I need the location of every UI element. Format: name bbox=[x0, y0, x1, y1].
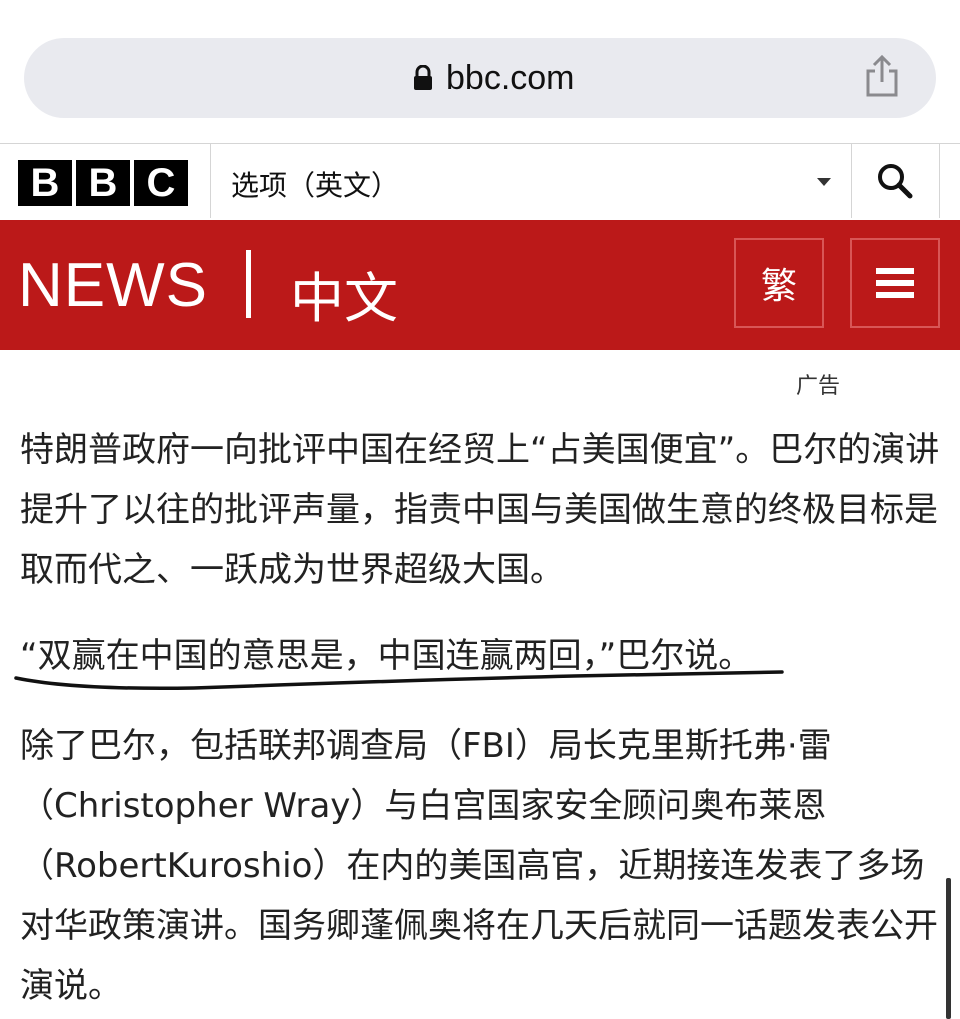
menu-button[interactable] bbox=[850, 238, 940, 328]
search-button[interactable] bbox=[851, 144, 940, 218]
bbc-logo[interactable]: B B C bbox=[18, 160, 188, 206]
search-icon bbox=[878, 164, 913, 199]
article-paragraph: 除了巴尔，包括联邦调查局（FBI）局长克里斯托弗·雷（Christopher W… bbox=[20, 726, 938, 1006]
language-select[interactable]: 选项（英文） bbox=[210, 144, 852, 218]
scrollbar[interactable] bbox=[946, 878, 951, 1019]
url-display[interactable]: bbc.com bbox=[412, 56, 575, 100]
lock-icon bbox=[414, 65, 432, 90]
url-text: bbc.com bbox=[446, 58, 575, 97]
traditional-chinese-button[interactable]: 繁 bbox=[734, 238, 824, 328]
bbc-header: B B C 选项（英文） bbox=[0, 143, 960, 221]
news-divider bbox=[246, 250, 251, 318]
hamburger-menu-icon bbox=[876, 268, 914, 298]
news-header: NEWS 中文 繁 bbox=[0, 220, 960, 350]
bbc-logo-letter: B bbox=[18, 160, 72, 206]
news-title[interactable]: NEWS bbox=[18, 250, 208, 321]
bbc-logo-letter: B bbox=[76, 160, 130, 206]
advertisement-label: 广告 bbox=[796, 374, 841, 399]
news-section-title[interactable]: 中文 bbox=[290, 254, 398, 333]
article-paragraph: 特朗普政府一向批评中国在经贸上“占美国便宜”。巴尔的演讲提升了以往的批评声量，指… bbox=[20, 430, 940, 590]
caret-down-icon bbox=[817, 178, 831, 186]
browser-url-bar[interactable]: bbc.com bbox=[24, 38, 936, 118]
handwritten-underline bbox=[14, 670, 784, 691]
bbc-logo-letter: C bbox=[134, 160, 188, 206]
language-select-value: 选项（英文） bbox=[231, 169, 400, 202]
share-icon[interactable] bbox=[862, 54, 902, 98]
